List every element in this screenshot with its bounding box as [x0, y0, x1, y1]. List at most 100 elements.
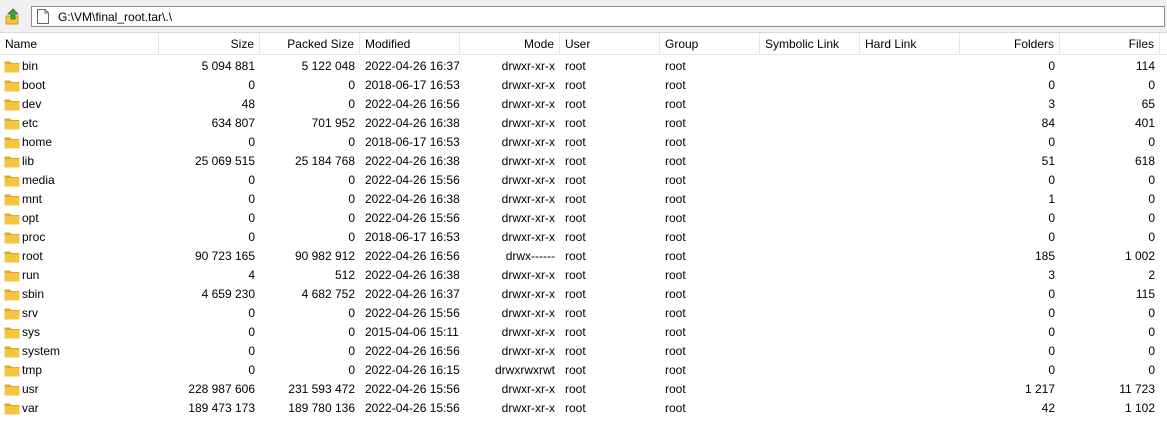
modified-cell: 2022-04-26 15:56 [365, 401, 460, 415]
modified-cell: 2022-04-26 16:56 [365, 249, 460, 263]
folders-cell: 185 [1034, 249, 1055, 263]
table-row[interactable]: proc 0 0 2018-06-17 16:53 drwxr-xr-x root root… [0, 228, 1167, 247]
group-cell: root [665, 78, 686, 92]
folder-icon [4, 137, 20, 149]
folders-cell: 0 [1048, 325, 1055, 339]
name-cell[interactable]: sbin [0, 285, 159, 304]
modified-cell: 2022-04-26 16:37 [365, 59, 460, 73]
mode-cell: drwx------ [505, 249, 555, 263]
user-cell: root [565, 249, 586, 263]
table-row[interactable]: lib 25 069 515 25 184 768 2022-04-26 16:38 d… [0, 152, 1167, 171]
name-cell[interactable]: etc [0, 114, 159, 133]
name-cell[interactable]: tmp [0, 361, 159, 380]
name-cell[interactable]: mnt [0, 190, 159, 209]
mode-cell: drwxr-xr-x [501, 268, 555, 282]
table-row[interactable]: root 90 723 165 90 982 912 2022-04-26 16:56… [0, 247, 1167, 266]
table-row[interactable]: tmp 0 0 2022-04-26 16:15 drwxrwxrwt root root 0… [0, 361, 1167, 380]
size-cell: 25 069 515 [194, 154, 255, 168]
name-cell[interactable]: boot [0, 76, 159, 95]
files-cell: 1 102 [1124, 401, 1155, 415]
file-name: run [22, 268, 40, 282]
modified-cell: 2018-06-17 16:53 [365, 135, 460, 149]
column-header-name[interactable]: Name [0, 33, 159, 55]
table-row[interactable]: bin 5 094 881 5 122 048 2022-04-26 16:37 drw… [0, 57, 1167, 76]
name-cell[interactable]: root [0, 247, 159, 266]
folder-icon [4, 232, 20, 244]
name-cell[interactable]: lib [0, 152, 159, 171]
name-cell[interactable]: var [0, 399, 159, 418]
table-row[interactable]: opt 0 0 2022-04-26 15:56 drwxr-xr-x root root 0… [0, 209, 1167, 228]
file-name: usr [22, 382, 39, 396]
folders-cell: 0 [1048, 135, 1055, 149]
modified-cell: 2022-04-26 16:38 [365, 154, 460, 168]
table-row[interactable]: var 189 473 173 189 780 136 2022-04-26 15:5… [0, 399, 1167, 418]
table-row[interactable]: dev 48 0 2022-04-26 16:56 drwxr-xr-x root root… [0, 95, 1167, 114]
packed-size-cell: 0 [348, 325, 355, 339]
table-row[interactable]: boot 0 0 2018-06-17 16:53 drwxr-xr-x root root… [0, 76, 1167, 95]
name-cell[interactable]: sys [0, 323, 159, 342]
table-row[interactable]: system 0 0 2022-04-26 16:56 drwxr-xr-x root ro… [0, 342, 1167, 361]
file-name: home [22, 135, 53, 149]
table-row[interactable]: srv 0 0 2022-04-26 15:56 drwxr-xr-x root root 0… [0, 304, 1167, 323]
table-row[interactable]: media 0 0 2022-04-26 15:56 drwxr-xr-x root roo… [0, 171, 1167, 190]
column-header-hard-link[interactable]: Hard Link [860, 33, 960, 55]
name-cell[interactable]: media [0, 171, 159, 190]
table-row[interactable]: mnt 0 0 2022-04-26 16:38 drwxr-xr-x root root 1… [0, 190, 1167, 209]
file-list[interactable]: Name Size Packed Size Modified Mode User… [0, 33, 1167, 429]
path-field[interactable]: G:\VM\final_root.tar\.\ [31, 6, 1165, 27]
name-cell[interactable]: proc [0, 228, 159, 247]
modified-cell: 2022-04-26 16:38 [365, 192, 460, 206]
file-name: opt [22, 211, 39, 225]
size-cell: 90 723 165 [194, 249, 255, 263]
mode-cell: drwxr-xr-x [501, 135, 555, 149]
packed-size-cell: 0 [348, 211, 355, 225]
name-cell[interactable]: bin [0, 57, 159, 76]
table-row[interactable]: sys 0 0 2015-04-06 15:11 drwxr-xr-x root root 0… [0, 323, 1167, 342]
column-header-size[interactable]: Size [159, 33, 260, 55]
name-cell[interactable]: usr [0, 380, 159, 399]
column-header-packed-size[interactable]: Packed Size [260, 33, 360, 55]
table-row[interactable]: home 0 0 2018-06-17 16:53 drwxr-xr-x root root… [0, 133, 1167, 152]
name-cell[interactable]: home [0, 133, 159, 152]
size-cell: 189 473 173 [188, 401, 255, 415]
column-header-group[interactable]: Group [660, 33, 760, 55]
files-cell: 0 [1148, 173, 1155, 187]
size-cell: 0 [248, 325, 255, 339]
packed-size-cell: 0 [348, 135, 355, 149]
folder-icon [4, 384, 20, 396]
column-header-symbolic-link[interactable]: Symbolic Link [760, 33, 860, 55]
column-header-folders[interactable]: Folders [960, 33, 1060, 55]
name-cell[interactable]: run [0, 266, 159, 285]
file-name: dev [22, 97, 42, 111]
name-cell[interactable]: opt [0, 209, 159, 228]
folders-cell: 0 [1048, 287, 1055, 301]
folder-icon [4, 99, 20, 111]
file-name: etc [22, 116, 39, 130]
user-cell: root [565, 154, 586, 168]
table-row[interactable]: run 4 512 2022-04-26 16:38 drwxr-xr-x root roo… [0, 266, 1167, 285]
name-cell[interactable]: dev [0, 95, 159, 114]
column-header-mode[interactable]: Mode [460, 33, 560, 55]
column-header-modified[interactable]: Modified [360, 33, 460, 55]
files-cell: 0 [1148, 325, 1155, 339]
file-name: var [22, 401, 39, 415]
group-cell: root [665, 97, 686, 111]
folder-icon [4, 175, 20, 187]
name-cell[interactable]: system [0, 342, 159, 361]
user-cell: root [565, 97, 586, 111]
folder-icon [4, 289, 20, 301]
column-header-files[interactable]: Files [1060, 33, 1160, 55]
column-header-user[interactable]: User [560, 33, 660, 55]
table-row[interactable]: sbin 4 659 230 4 682 752 2022-04-26 16:37 dr… [0, 285, 1167, 304]
packed-size-cell: 0 [348, 306, 355, 320]
file-name: sys [22, 325, 40, 339]
table-row[interactable]: etc 634 807 701 952 2022-04-26 16:38 drwxr-x… [0, 114, 1167, 133]
packed-size-cell: 0 [348, 173, 355, 187]
mode-cell: drwxr-xr-x [501, 230, 555, 244]
name-cell[interactable]: srv [0, 304, 159, 323]
mode-cell: drwxr-xr-x [501, 78, 555, 92]
table-row[interactable]: usr 228 987 606 231 593 472 2022-04-26 15:5… [0, 380, 1167, 399]
folders-cell: 0 [1048, 173, 1055, 187]
up-folder-button[interactable] [2, 6, 24, 28]
mode-cell: drwxr-xr-x [501, 154, 555, 168]
